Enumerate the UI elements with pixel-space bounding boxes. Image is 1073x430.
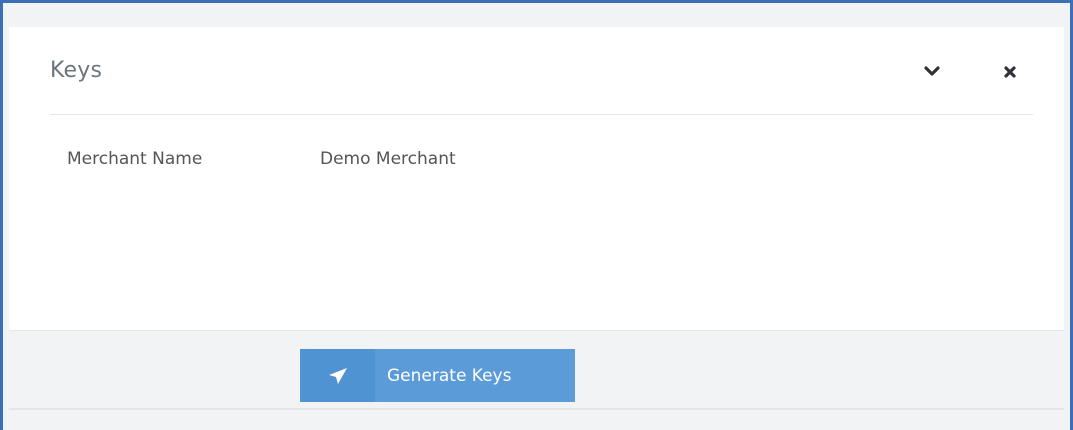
merchant-name-label: Merchant Name	[67, 149, 203, 169]
close-button[interactable]	[999, 61, 1021, 83]
paper-plane-icon	[328, 367, 347, 384]
generate-keys-label: Generate Keys	[387, 365, 512, 386]
merchant-name-value: Demo Merchant	[320, 149, 456, 169]
close-icon	[1004, 66, 1016, 78]
keys-panel: Keys	[9, 27, 1064, 330]
generate-keys-button[interactable]: Generate Keys	[300, 349, 575, 402]
generate-keys-icon-box	[300, 349, 375, 402]
footer-divider	[9, 408, 1064, 410]
panel-header: Keys	[50, 27, 1033, 115]
panel-title: Keys	[50, 58, 103, 83]
collapse-button[interactable]	[921, 61, 943, 83]
chevron-down-icon	[924, 66, 940, 76]
